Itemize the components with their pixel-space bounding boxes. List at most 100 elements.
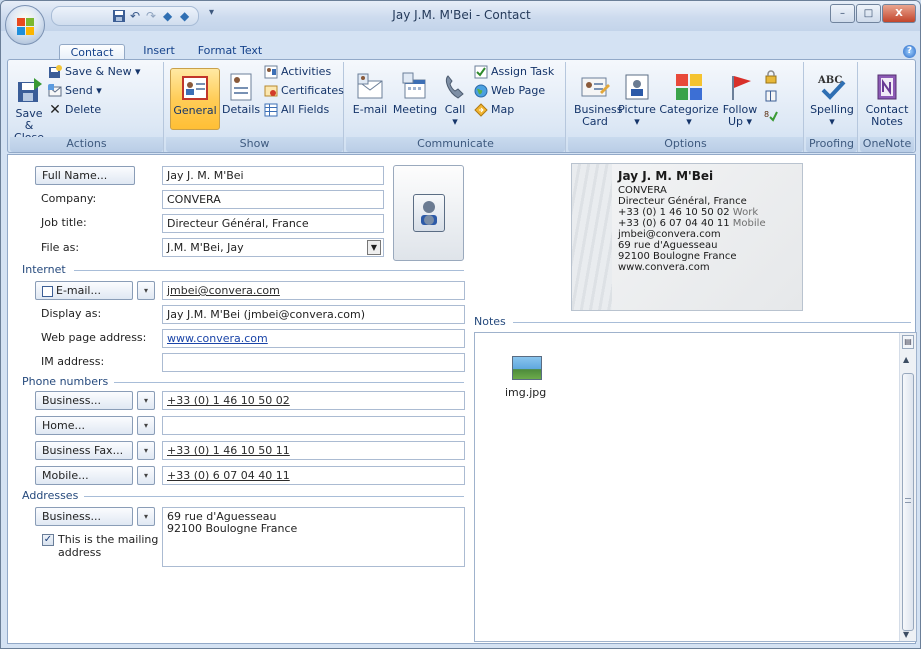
map-button[interactable]: Map — [474, 103, 514, 117]
email-icon — [357, 73, 383, 99]
minimize-button[interactable]: – — [830, 4, 855, 23]
web-page-button[interactable]: Web Page — [474, 84, 545, 98]
chevron-down-icon[interactable]: ▼ — [367, 240, 381, 255]
internet-section-header: Internet — [22, 263, 66, 276]
full-name-button[interactable]: Full Name... — [35, 166, 135, 185]
redo-icon[interactable]: ↷ — [146, 9, 156, 23]
im-address-label: IM address: — [41, 355, 105, 368]
categorize-icon — [676, 74, 702, 100]
certificates-button[interactable]: Certificates — [264, 84, 344, 98]
email-button[interactable]: E-mail... — [35, 281, 133, 300]
activities-button[interactable]: Activities — [264, 65, 331, 79]
address-book-icon[interactable] — [764, 89, 778, 103]
send-label: Send ▾ — [65, 84, 102, 97]
scroll-up-arrow-icon[interactable]: ▲ — [903, 355, 909, 364]
save-close-button[interactable]: Save & Close — [12, 76, 46, 144]
full-name-field[interactable]: Jay J. M. M'Bei — [162, 166, 384, 185]
maximize-button[interactable]: □ — [856, 4, 881, 23]
close-button[interactable]: X — [882, 4, 916, 23]
im-address-field[interactable] — [162, 353, 465, 372]
phone-type-business-button[interactable]: Business... — [35, 391, 133, 410]
delete-icon: ✕ — [49, 102, 61, 118]
group-label-show: Show — [166, 137, 343, 152]
assign-task-button[interactable]: Assign Task — [474, 65, 554, 79]
spelling-arrow: ▾ — [829, 115, 835, 128]
details-button[interactable]: Details — [222, 72, 260, 116]
certificates-icon — [264, 85, 278, 97]
image-attachment-icon[interactable] — [512, 356, 542, 380]
contact-notes-label-2: Notes — [871, 115, 903, 128]
phone-type-dropdown[interactable]: ▾ — [137, 416, 155, 435]
map-label: Map — [491, 103, 515, 116]
picture-button[interactable]: Picture ▾ — [618, 72, 656, 128]
scroll-down-arrow-icon[interactable]: ▼ — [903, 630, 909, 639]
business-phone-field[interactable]: +33 (0) 1 46 10 50 02 — [162, 391, 465, 410]
contact-notes-button[interactable]: Contact Notes — [862, 72, 912, 128]
follow-up-button[interactable]: Follow Up ▾ — [722, 72, 758, 128]
phone-type-dropdown[interactable]: ▾ — [137, 441, 155, 460]
business-card-preview[interactable]: Jay J. M. M'Bei CONVERA Directeur Généra… — [571, 163, 803, 311]
down-arrow-icon[interactable]: ◆ — [180, 9, 189, 23]
address-field[interactable]: 69 rue d'Aguesseau 92100 Boulogne France — [162, 507, 465, 567]
address-type-business-button[interactable]: Business... — [35, 507, 133, 526]
spelling-button[interactable]: ABC Spelling ▾ — [808, 72, 856, 128]
phone-type-business-fax-button[interactable]: Business Fax... — [35, 441, 133, 460]
file-as-dropdown[interactable]: J.M. M'Bei, Jay ▼ — [162, 238, 384, 257]
up-arrow-icon[interactable]: ◆ — [163, 9, 172, 23]
notes-scrollbar[interactable]: ▤ ▲ ▼ — [899, 333, 916, 641]
scrollbar-thumb[interactable] — [902, 373, 914, 631]
ribbon: Save & Close Save & New ▾ Send ▾ ✕ Delete… — [7, 59, 916, 153]
customize-qat-button[interactable]: ▾ — [209, 7, 214, 18]
office-button[interactable] — [5, 5, 45, 45]
business-card-button[interactable]: Business Card — [574, 72, 623, 128]
email-button[interactable]: E-mail — [350, 72, 390, 116]
categorize-button[interactable]: Categorize ▾ — [658, 72, 720, 128]
save-close-icon — [18, 78, 42, 102]
add-picture-button[interactable] — [393, 165, 464, 261]
save-icon[interactable] — [112, 9, 126, 26]
display-as-field[interactable]: Jay J.M. M'Bei (jmbei@convera.com) — [162, 305, 465, 324]
help-icon[interactable]: ? — [903, 45, 916, 58]
phone-type-dropdown[interactable]: ▾ — [137, 391, 155, 410]
business-card-icon — [581, 77, 610, 97]
group-show: General Details Activities Certificates … — [166, 62, 344, 152]
svg-text:ABC: ABC — [817, 75, 842, 86]
business-card-city: 92100 Boulogne France — [618, 251, 737, 262]
undo-icon[interactable]: ↶ — [130, 9, 140, 23]
contact-window: Jay J.M. M'Bei - Contact ↶ ↷ ◆ ◆ ▾ – □ X… — [0, 0, 921, 649]
delete-button[interactable]: ✕ Delete — [48, 103, 101, 117]
ribbon-tabs: Contact Insert Format Text ? — [1, 31, 920, 61]
web-page-address-field[interactable]: www.convera.com — [162, 329, 465, 348]
email-type-dropdown[interactable]: ▾ — [137, 281, 155, 300]
address-type-dropdown[interactable]: ▾ — [137, 507, 155, 526]
general-button[interactable]: General — [170, 68, 220, 130]
all-fields-button[interactable]: All Fields — [264, 103, 329, 117]
notes-area[interactable]: img.jpg ▤ ▲ ▼ — [474, 332, 917, 642]
lock-icon[interactable] — [764, 70, 778, 84]
send-button[interactable]: Send ▾ — [48, 84, 102, 98]
meeting-button[interactable]: Meeting — [392, 72, 438, 116]
categorize-arrow: ▾ — [686, 115, 692, 128]
phone-type-home-button[interactable]: Home... — [35, 416, 133, 435]
office-logo-icon — [26, 18, 34, 26]
business-card-mobile-phone-value: +33 (0) 6 07 04 40 11 — [618, 218, 730, 229]
address-line-2: 92100 Boulogne France — [167, 522, 298, 535]
phone-type-mobile-button[interactable]: Mobile... — [35, 466, 133, 485]
phone-type-dropdown[interactable]: ▾ — [137, 466, 155, 485]
mobile-phone-field[interactable]: +33 (0) 6 07 04 40 11 — [162, 466, 465, 485]
company-field[interactable]: CONVERA — [162, 190, 384, 209]
spelling-check-icon[interactable]: 8 — [764, 108, 778, 122]
activities-label: Activities — [281, 65, 332, 78]
details-icon — [230, 73, 252, 101]
save-new-label: Save & New ▾ — [65, 65, 141, 78]
scroll-split-icon[interactable]: ▤ — [902, 335, 914, 349]
mailing-address-checkbox[interactable]: ✓ — [42, 534, 54, 546]
globe-icon — [474, 84, 488, 98]
job-title-field[interactable]: Directeur Général, France — [162, 214, 384, 233]
save-new-button[interactable]: Save & New ▾ — [48, 65, 141, 79]
home-phone-field[interactable] — [162, 416, 465, 435]
call-button[interactable]: Call ▾ — [440, 72, 470, 128]
image-attachment-label[interactable]: img.jpg — [505, 386, 546, 399]
business-fax-field[interactable]: +33 (0) 1 46 10 50 11 — [162, 441, 465, 460]
email-field[interactable]: jmbei@convera.com — [162, 281, 465, 300]
